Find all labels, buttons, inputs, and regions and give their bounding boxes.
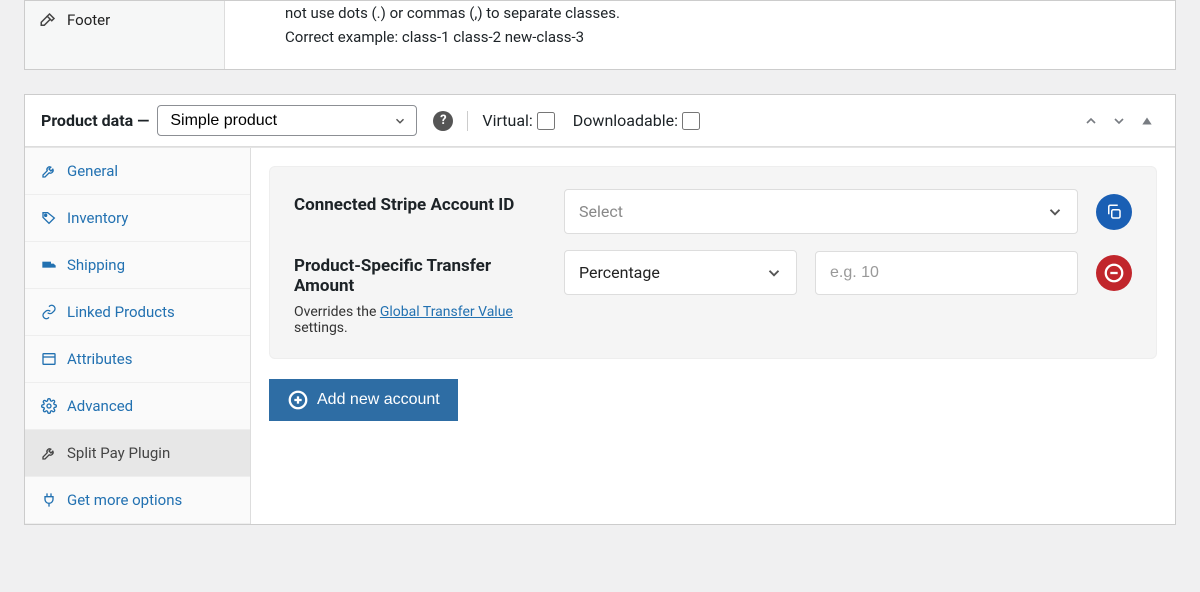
product-type-select[interactable]: Simple product: [157, 105, 417, 136]
link-icon: [41, 304, 57, 320]
copy-icon: [1105, 203, 1123, 221]
tab-label: Attributes: [67, 350, 133, 368]
move-up-button[interactable]: [1079, 109, 1103, 133]
plug-icon: [41, 492, 57, 508]
minus-circle-icon: [1103, 262, 1125, 284]
tab-inventory[interactable]: Inventory: [25, 195, 250, 242]
collapse-toggle[interactable]: [1135, 109, 1159, 133]
virtual-checkbox-label[interactable]: Virtual:: [482, 111, 554, 130]
tab-label: Shipping: [67, 256, 125, 274]
divider: [467, 111, 468, 131]
tab-label: Advanced: [67, 397, 133, 415]
tab-label: Split Pay Plugin: [67, 444, 170, 462]
wrench-icon: [41, 163, 57, 179]
tab-label: General: [67, 162, 118, 180]
transfer-type-select[interactable]: Percentage: [564, 250, 797, 295]
product-data-header: Product data — Simple product ? Virtual:…: [25, 95, 1175, 147]
tab-content: Connected Stripe Account ID Select: [251, 148, 1175, 524]
checkbox-label-text: Virtual:: [482, 111, 532, 130]
button-label: Add new account: [317, 391, 440, 409]
product-data-tabs: General Inventory Shipping Linked Produc…: [25, 148, 251, 524]
virtual-checkbox[interactable]: [537, 112, 555, 130]
add-new-account-button[interactable]: Add new account: [269, 379, 458, 421]
remove-button[interactable]: [1096, 255, 1132, 291]
stripe-account-select[interactable]: Select: [564, 189, 1078, 234]
field-label-account: Connected Stripe Account ID: [294, 189, 564, 215]
help-icon[interactable]: ?: [433, 111, 453, 131]
tab-label: Get more options: [67, 491, 182, 509]
tab-label: Inventory: [67, 209, 128, 227]
truck-icon: [41, 257, 57, 273]
field-label-amount: Product-Specific Transfer Amount Overrid…: [294, 250, 564, 336]
tag-icon: [41, 210, 57, 226]
footer-panel-remnant: Footer not use dots (.) or commas (,) to…: [24, 0, 1176, 70]
field-hint: Overrides the Global Transfer Value sett…: [294, 304, 554, 336]
account-card: Connected Stripe Account ID Select: [269, 166, 1157, 359]
tab-shipping[interactable]: Shipping: [25, 242, 250, 289]
hint-text-line: not use dots (.) or commas (,) to separa…: [285, 1, 1157, 25]
panel-title: Product data —: [41, 111, 149, 130]
sidebar-item-label: Footer: [67, 11, 110, 29]
wrench-icon: [41, 445, 57, 461]
tab-linked-products[interactable]: Linked Products: [25, 289, 250, 336]
tab-advanced[interactable]: Advanced: [25, 383, 250, 430]
sidebar-item-footer[interactable]: Footer: [25, 1, 224, 39]
list-icon: [41, 351, 57, 367]
downloadable-checkbox-label[interactable]: Downloadable:: [573, 111, 700, 130]
global-transfer-link[interactable]: Global Transfer Value: [380, 304, 513, 320]
move-down-button[interactable]: [1107, 109, 1131, 133]
tab-split-pay-plugin[interactable]: Split Pay Plugin: [25, 430, 250, 477]
select-display: Percentage: [564, 250, 797, 295]
hammer-icon: [39, 11, 57, 29]
hint-text-line: Correct example: class-1 class-2 new-cla…: [285, 25, 1157, 49]
select-display: Select: [564, 189, 1078, 234]
tab-label: Linked Products: [67, 303, 175, 321]
plus-circle-icon: [287, 389, 309, 411]
checkbox-label-text: Downloadable:: [573, 111, 678, 130]
copy-button[interactable]: [1096, 194, 1132, 230]
transfer-amount-input[interactable]: [815, 251, 1078, 295]
downloadable-checkbox[interactable]: [682, 112, 700, 130]
tab-general[interactable]: General: [25, 148, 250, 195]
gear-icon: [41, 398, 57, 414]
tab-get-more-options[interactable]: Get more options: [25, 477, 250, 524]
tab-attributes[interactable]: Attributes: [25, 336, 250, 383]
product-data-panel: Product data — Simple product ? Virtual:…: [24, 94, 1176, 525]
